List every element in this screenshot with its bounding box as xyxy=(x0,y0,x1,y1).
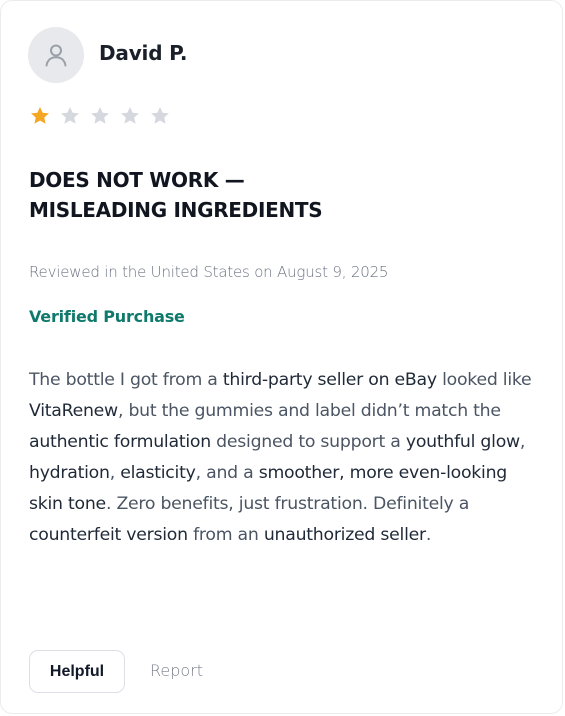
review-body-emphasis: counterfeit version xyxy=(29,525,188,545)
review-card: David P. DOES NOT WORK — MISLEADING INGR… xyxy=(0,0,563,714)
verified-purchase-badge: Verified Purchase xyxy=(29,307,185,326)
review-body-text: , and a xyxy=(195,463,259,483)
report-link[interactable]: Report xyxy=(150,661,203,680)
review-body-emphasis: authentic formulation xyxy=(29,432,211,452)
review-body: The bottle I got from a third-party sell… xyxy=(29,365,539,551)
star-icon xyxy=(31,107,49,124)
review-title-line2: MISLEADING INGREDIENTS xyxy=(29,198,323,222)
review-body-emphasis: youthful glow xyxy=(405,432,520,452)
review-body-text: looked like xyxy=(436,370,532,390)
star-rating xyxy=(29,105,171,127)
review-body-text: The bottle I got from a xyxy=(29,370,223,390)
review-body-text: , but the gummies and label didn’t match… xyxy=(117,401,501,421)
review-body-text: , xyxy=(519,432,526,452)
review-body-emphasis: VitaRenew xyxy=(29,401,118,421)
star-icon xyxy=(91,107,109,124)
review-body-emphasis: third-party seller on eBay xyxy=(222,370,437,390)
reviewer-name: David P. xyxy=(99,41,188,65)
star-icon xyxy=(151,107,169,124)
review-body-emphasis: hydration xyxy=(29,463,110,483)
review-body-text: . Zero benefits, just frustration. Defin… xyxy=(105,494,470,514)
review-title-line1: DOES NOT WORK — xyxy=(29,168,245,192)
avatar xyxy=(28,27,84,83)
review-body-emphasis: elasticity xyxy=(120,463,196,483)
helpful-button[interactable]: Helpful xyxy=(29,650,125,693)
review-body-emphasis: unauthorized seller xyxy=(263,525,426,545)
review-title: DOES NOT WORK — MISLEADING INGREDIENTS xyxy=(29,165,529,225)
review-body-text: , xyxy=(109,463,121,483)
review-body-text: . xyxy=(425,525,432,545)
user-icon xyxy=(45,44,67,67)
review-body-text: from an xyxy=(187,525,264,545)
star-icon xyxy=(61,107,79,124)
review-body-text: designed to support a xyxy=(210,432,406,452)
star-icon xyxy=(121,107,139,124)
review-meta: Reviewed in the United States on August … xyxy=(29,263,389,281)
